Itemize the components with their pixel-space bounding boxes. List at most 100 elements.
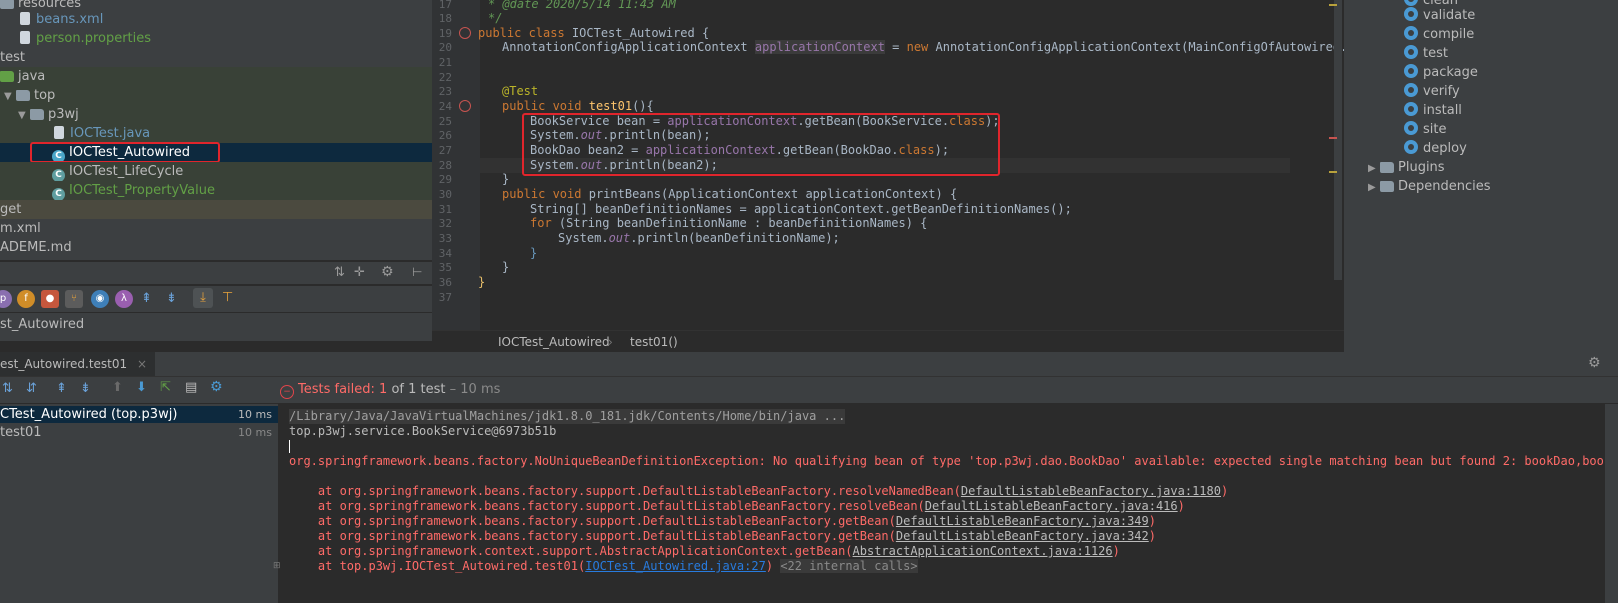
close-icon[interactable]: × bbox=[137, 357, 147, 371]
maven-goal-package[interactable]: package bbox=[1404, 63, 1478, 82]
run-toolbar: ⇅ ⇵ ⇞ ⇟ ⬆ ⬇ ⇱ ▤ ⚙ − Tests failed: 1 of 1 … bbox=[0, 377, 1618, 403]
test-results-tree: CTest_Autowired (top.p3wj) 10 ms test01 … bbox=[0, 404, 279, 603]
editor-scrollbar[interactable] bbox=[1334, 0, 1342, 280]
breadcrumb: IOCTest_Autowired › test01() bbox=[432, 330, 1344, 353]
hide-icon[interactable]: ⊢ bbox=[412, 265, 422, 279]
import-icon[interactable]: ▤ bbox=[185, 380, 197, 395]
code-editor[interactable]: 17 18 19 20 21 22 23 24 25 26 27 28 29 3… bbox=[432, 0, 1347, 330]
run-tab[interactable]: est_Autowired.test01 × bbox=[0, 352, 156, 376]
code-line-24: public void test01(){ bbox=[502, 99, 654, 113]
gear-icon bbox=[1404, 140, 1418, 154]
expand-all-icon[interactable]: ⇅ bbox=[334, 265, 345, 280]
warning-marker[interactable] bbox=[1329, 4, 1337, 6]
sort-alpha-icon[interactable]: ⇅ bbox=[2, 381, 13, 396]
anonymous-icon[interactable]: ◉ bbox=[91, 290, 109, 308]
source-link[interactable]: DefaultListableBeanFactory.java:1180 bbox=[961, 484, 1221, 498]
tree-item-top[interactable]: ▼ top bbox=[0, 86, 432, 105]
chevron-right-icon[interactable]: ▶ bbox=[1368, 178, 1380, 197]
method-filter-icon[interactable]: p bbox=[0, 290, 12, 308]
source-link[interactable]: IOCTest_Autowired.java:27 bbox=[585, 559, 766, 573]
tree-item-beans-xml[interactable]: beans.xml bbox=[18, 10, 103, 29]
breadcrumb-class[interactable]: IOCTest_Autowired bbox=[498, 331, 610, 353]
maven-goal-compile[interactable]: compile bbox=[1404, 25, 1474, 44]
xml-file-icon bbox=[20, 12, 30, 25]
autoscroll-to-source-icon[interactable]: ⤓ bbox=[193, 288, 213, 308]
gear-icon[interactable]: ⚙ bbox=[210, 379, 223, 395]
internal-calls-fold[interactable]: <22 internal calls> bbox=[780, 559, 918, 573]
sort-duration-icon[interactable]: ⇵ bbox=[26, 381, 37, 396]
tree-item-ioctest-propertyvalue[interactable]: C IOCTest_PropertyValue bbox=[0, 181, 432, 201]
source-link[interactable]: DefaultListableBeanFactory.java:349 bbox=[896, 514, 1149, 528]
gear-icon[interactable]: ⚙ bbox=[381, 264, 394, 280]
expand-all-icon[interactable]: ⇞ bbox=[56, 381, 67, 396]
gear-icon bbox=[1404, 102, 1418, 116]
tree-item-test[interactable]: test bbox=[0, 48, 432, 67]
tree-item-ioctest-java[interactable]: IOCTest.java bbox=[0, 124, 432, 143]
maven-goal-install[interactable]: install bbox=[1404, 101, 1462, 120]
code-line-23: @Test bbox=[502, 84, 539, 98]
highlight-box bbox=[522, 113, 1000, 176]
maven-goal-validate[interactable]: validate bbox=[1404, 6, 1475, 25]
code-line-31: String[] beanDefinitionNames = applicati… bbox=[530, 202, 1072, 216]
test-case-row[interactable]: test01 10 ms bbox=[0, 424, 278, 441]
chevron-down-icon[interactable]: ▼ bbox=[0, 106, 30, 125]
fold-expand-icon[interactable]: ⊞ bbox=[273, 561, 281, 571]
collapse-all-icon[interactable]: ⇟ bbox=[80, 381, 91, 396]
package-icon bbox=[30, 109, 44, 120]
field-filter-icon[interactable]: f bbox=[17, 290, 35, 308]
code-line-33: System.out.println(beanDefinitionName); bbox=[558, 231, 840, 245]
gear-icon[interactable]: ⚙ bbox=[1588, 355, 1601, 371]
code-line-32: for (String beanDefinitionName : beanDef… bbox=[530, 216, 928, 230]
lambda-icon[interactable]: λ bbox=[115, 290, 133, 308]
run-test-gutter-icon[interactable] bbox=[459, 100, 471, 112]
breadcrumb-method[interactable]: test01() bbox=[630, 331, 678, 353]
error-marker[interactable] bbox=[1329, 137, 1337, 139]
tree-item-person-properties[interactable]: person.properties bbox=[18, 29, 151, 48]
gear-icon bbox=[1404, 83, 1418, 97]
export-icon[interactable]: ⇱ bbox=[160, 380, 171, 395]
source-folder-icon bbox=[0, 71, 14, 82]
gear-icon bbox=[1404, 26, 1418, 40]
project-toolbar: ⇅ ✛ ⚙ ⊢ bbox=[0, 262, 432, 284]
next-failed-icon[interactable]: ⬇ bbox=[136, 380, 147, 395]
test-suite-row[interactable]: CTest_Autowired (top.p3wj) 10 ms bbox=[0, 406, 278, 423]
collapse-all-icon[interactable]: ⇟ bbox=[166, 291, 177, 306]
tree-item-target[interactable]: get bbox=[0, 200, 432, 219]
structure-toolbar: p f ● ⑂ ◉ λ ⇞ ⇟ ⤓ ⊤ bbox=[0, 286, 432, 312]
run-tab-bar: est_Autowired.test01 × ⚙ bbox=[0, 352, 1618, 377]
code-line-36: } bbox=[478, 275, 486, 289]
tree-item-p3wj[interactable]: ▼ p3wj bbox=[0, 105, 432, 124]
console-output[interactable]: /Library/Java/JavaVirtualMachines/jdk1.8… bbox=[273, 404, 1618, 603]
test-status: − Tests failed: 1 of 1 test – 10 ms bbox=[280, 382, 500, 399]
run-test-gutter-icon[interactable] bbox=[459, 27, 471, 39]
maven-dependencies[interactable]: ▶ Dependencies bbox=[1368, 177, 1491, 196]
maven-goal-verify[interactable]: verify bbox=[1404, 82, 1460, 101]
maven-goal-deploy[interactable]: deploy bbox=[1404, 139, 1467, 158]
maven-goal-site[interactable]: site bbox=[1404, 120, 1446, 139]
tree-item-java[interactable]: java bbox=[0, 67, 432, 86]
tree-item-readme[interactable]: ADEME.md bbox=[0, 238, 72, 257]
autoscroll-from-source-icon[interactable]: ⊤ bbox=[222, 290, 233, 305]
maven-goal-test[interactable]: test bbox=[1404, 44, 1448, 63]
lock-filter-icon[interactable]: ● bbox=[41, 290, 59, 308]
previous-failed-icon[interactable]: ⬆ bbox=[112, 380, 123, 395]
source-link[interactable]: AbstractApplicationContext.java:1126 bbox=[853, 544, 1113, 558]
package-icon bbox=[16, 90, 30, 101]
collapse-icon[interactable]: ✛ bbox=[354, 265, 365, 280]
chevron-down-icon[interactable]: ▼ bbox=[0, 87, 16, 106]
tree-item-pom-xml[interactable]: m.xml bbox=[0, 219, 41, 238]
expand-icon[interactable]: ⇞ bbox=[141, 291, 152, 306]
plugins-folder-icon bbox=[1380, 162, 1394, 173]
maven-plugins[interactable]: ▶ Plugins bbox=[1368, 158, 1445, 177]
inherited-icon[interactable]: ⑂ bbox=[65, 290, 83, 308]
chevron-right-icon[interactable]: ▶ bbox=[1368, 159, 1380, 178]
tree-item-ioctest-lifecycle[interactable]: C IOCTest_LifeCycle bbox=[0, 162, 432, 182]
source-link[interactable]: DefaultListableBeanFactory.java:342 bbox=[896, 529, 1149, 543]
editor-gutter: 17 18 19 20 21 22 23 24 25 26 27 28 29 3… bbox=[432, 0, 480, 330]
stack-trace-line: at org.springframework.context.support.A… bbox=[289, 544, 1120, 558]
warning-marker[interactable] bbox=[1329, 171, 1337, 173]
gear-icon bbox=[1404, 64, 1418, 78]
source-link[interactable]: DefaultListableBeanFactory.java:416 bbox=[925, 499, 1178, 513]
exception-line: org.springframework.beans.factory.NoUniq… bbox=[289, 454, 1618, 468]
gear-icon bbox=[1404, 121, 1418, 135]
